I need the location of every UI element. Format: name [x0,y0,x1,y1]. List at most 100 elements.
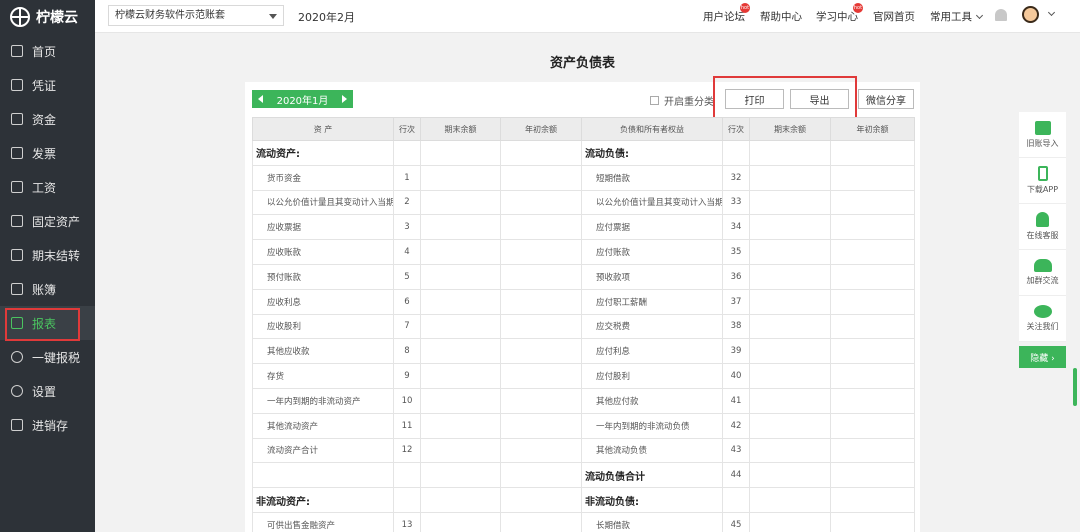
logo[interactable]: 柠檬云 [0,0,95,34]
liability-end-balance-cell[interactable] [749,189,831,216]
official-site-link[interactable]: 官网首页 [873,9,915,24]
common-tools-menu[interactable]: 常用工具 [930,9,984,24]
asset-begin-balance-cell[interactable] [500,412,582,439]
asset-end-balance-cell[interactable] [420,363,501,389]
asset-begin-balance-cell[interactable] [500,462,582,489]
asset-end-balance-cell[interactable] [420,412,501,439]
bell-icon[interactable] [995,9,1007,21]
liability-begin-balance-cell[interactable] [830,412,915,439]
sidebar-item-fund[interactable]: 资金 [0,102,95,136]
asset-end-balance-cell[interactable] [420,239,501,265]
follow-us-button[interactable]: 关注我们 [1019,296,1066,342]
asset-end-balance-cell[interactable] [420,511,501,532]
liability-end-balance-cell[interactable] [749,412,831,439]
liability-begin-balance-cell[interactable] [830,462,915,489]
sidebar-item-fixed-assets[interactable]: 固定资产 [0,204,95,238]
sidebar-item-voucher[interactable]: 凭证 [0,68,95,102]
asset-begin-balance-cell[interactable] [500,338,582,365]
sidebar-item-home[interactable]: 首页 [0,34,95,68]
asset-begin-balance-cell[interactable] [500,363,582,389]
liability-end-balance-cell[interactable] [749,437,831,464]
liability-begin-balance-cell[interactable] [830,437,915,464]
asset-end-balance-cell[interactable] [420,338,501,365]
liability-end-balance-cell[interactable] [749,363,831,389]
asset-line-cell [393,140,421,166]
prev-period-icon[interactable] [258,95,263,103]
asset-begin-balance-cell[interactable] [500,387,582,414]
asset-begin-balance-cell[interactable] [500,164,582,191]
hide-toolbar-button[interactable]: 隐藏 › [1019,346,1066,368]
liability-begin-balance-cell[interactable] [830,487,915,513]
asset-end-balance-cell[interactable] [420,387,501,414]
asset-end-balance-cell[interactable] [420,189,501,216]
join-group-button[interactable]: 加群交流 [1019,250,1066,296]
import-old-accounts-button[interactable]: 旧账导入 [1019,112,1066,158]
liability-end-balance-cell[interactable] [749,387,831,414]
asset-begin-balance-cell[interactable] [500,288,582,315]
next-period-icon[interactable] [342,95,347,103]
asset-begin-balance-cell[interactable] [500,511,582,532]
sidebar-item-settings[interactable]: 设置 [0,374,95,408]
liability-end-balance-cell[interactable] [749,313,831,340]
sidebar-item-period-close[interactable]: 期末结转 [0,238,95,272]
sidebar-item-ledger[interactable]: 账簿 [0,272,95,306]
account-select[interactable]: 柠檬云财务软件示范账套 [108,5,284,26]
sidebar-item-inventory[interactable]: 进销存 [0,408,95,442]
liability-begin-balance-cell[interactable] [830,239,915,265]
asset-begin-balance-cell[interactable] [500,140,582,166]
asset-end-balance-cell[interactable] [420,263,501,290]
asset-end-balance-cell[interactable] [420,140,501,166]
liability-begin-balance-cell[interactable] [830,338,915,365]
sidebar-item-tax[interactable]: 一键报税 [0,340,95,374]
liability-begin-balance-cell[interactable] [830,313,915,340]
asset-end-balance-cell[interactable] [420,437,501,464]
liability-begin-balance-cell[interactable] [830,363,915,389]
liability-begin-balance-cell[interactable] [830,511,915,532]
liability-begin-balance-cell[interactable] [830,140,915,166]
asset-begin-balance-cell[interactable] [500,263,582,290]
liability-end-balance-cell[interactable] [749,263,831,290]
asset-begin-balance-cell[interactable] [500,487,582,513]
scrollbar[interactable] [1073,368,1077,406]
liability-end-balance-cell[interactable] [749,487,831,513]
asset-end-balance-cell[interactable] [420,164,501,191]
wechat-share-button[interactable]: 微信分享 [858,89,914,109]
learning-center-link[interactable]: 学习中心 hot [816,3,863,24]
liability-begin-balance-cell[interactable] [830,263,915,290]
asset-end-balance-cell[interactable] [420,487,501,513]
reclassify-checkbox[interactable] [650,96,659,105]
sidebar-item-invoice[interactable]: 发票 [0,136,95,170]
liability-begin-balance-cell[interactable] [830,288,915,315]
liability-end-balance-cell[interactable] [749,338,831,365]
avatar[interactable] [1022,6,1039,23]
liability-end-balance-cell[interactable] [749,511,831,532]
period-nav-label[interactable]: 2020年1月 [277,92,329,107]
liability-end-balance-cell[interactable] [749,214,831,241]
asset-begin-balance-cell[interactable] [500,214,582,241]
liability-end-balance-cell[interactable] [749,462,831,489]
liability-begin-balance-cell[interactable] [830,214,915,241]
asset-end-balance-cell[interactable] [420,313,501,340]
liability-end-balance-cell[interactable] [749,239,831,265]
liability-name-cell: 应交税费 [581,313,723,340]
asset-end-balance-cell[interactable] [420,288,501,315]
forum-link[interactable]: 用户论坛 hot [703,3,750,24]
online-service-button[interactable]: 在线客服 [1019,204,1066,250]
asset-end-balance-cell[interactable] [420,462,501,489]
sidebar-item-salary[interactable]: 工资 [0,170,95,204]
reclassify-toggle[interactable]: 开启重分类 [650,93,714,108]
asset-begin-balance-cell[interactable] [500,189,582,216]
help-center-link[interactable]: 帮助中心 [760,9,802,24]
liability-end-balance-cell[interactable] [749,140,831,166]
asset-begin-balance-cell[interactable] [500,239,582,265]
download-app-button[interactable]: 下载APP [1019,158,1066,204]
liability-begin-balance-cell[interactable] [830,387,915,414]
asset-end-balance-cell[interactable] [420,214,501,241]
liability-end-balance-cell[interactable] [749,288,831,315]
liability-end-balance-cell[interactable] [749,164,831,191]
liability-begin-balance-cell[interactable] [830,189,915,216]
liability-begin-balance-cell[interactable] [830,164,915,191]
chevron-down-icon[interactable] [1047,8,1056,17]
asset-begin-balance-cell[interactable] [500,313,582,340]
asset-begin-balance-cell[interactable] [500,437,582,464]
